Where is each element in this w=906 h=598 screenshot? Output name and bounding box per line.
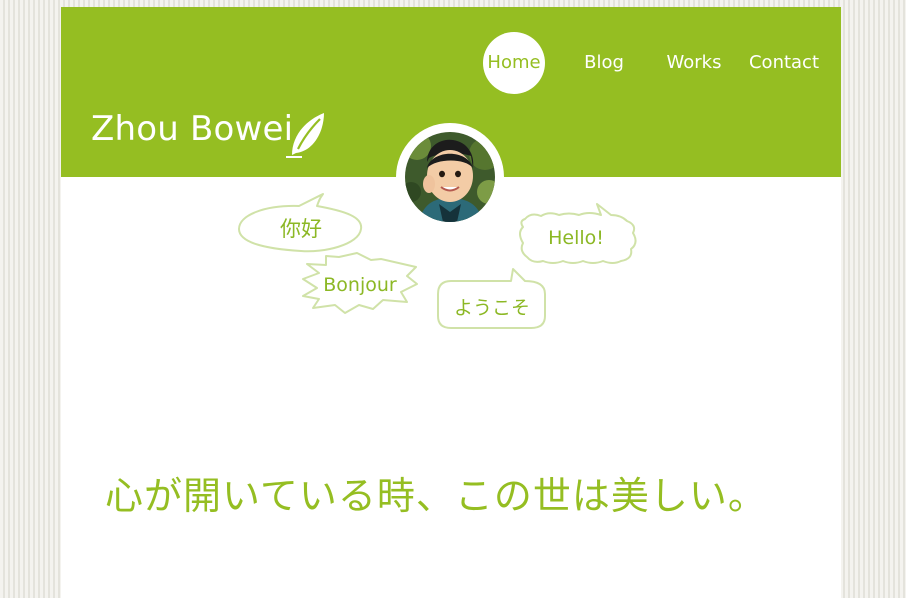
leaf-icon: [286, 113, 324, 158]
greeting-french: Bonjour: [323, 274, 397, 296]
site-logo[interactable]: Zhou Bowei: [91, 109, 293, 149]
page-container: Zhou Bowei Home Blog Works Contact 你好 Bo…: [61, 7, 841, 598]
nav-works[interactable]: Works: [654, 32, 734, 94]
avatar[interactable]: [405, 132, 495, 222]
nav-home[interactable]: Home: [483, 32, 545, 94]
slogan: 心が開いている時、この世は美しい。: [105, 474, 767, 518]
avatar-frame: [396, 123, 504, 231]
nav-contact[interactable]: Contact: [744, 32, 824, 94]
greeting-english: Hello!: [548, 227, 604, 249]
nav-blog[interactable]: Blog: [564, 32, 644, 94]
site-name: Zhou Bowei: [91, 109, 294, 149]
avatar-photo: [405, 132, 495, 222]
greeting-japanese: ようこそ: [453, 297, 530, 319]
greeting-chinese: 你好: [280, 217, 322, 241]
